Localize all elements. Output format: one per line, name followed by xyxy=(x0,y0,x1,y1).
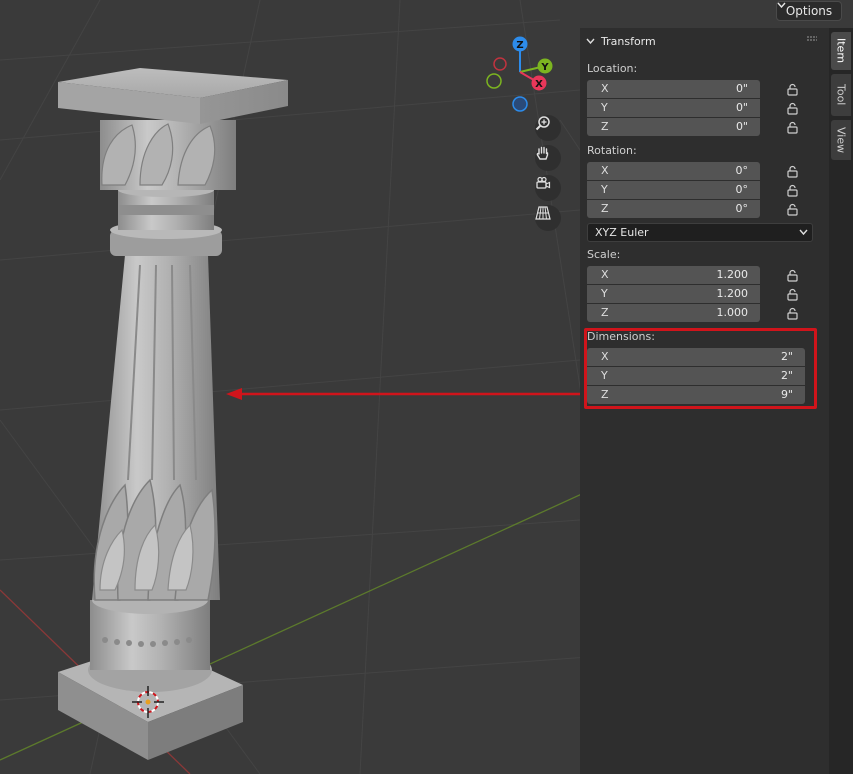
field-axis-label: X xyxy=(601,164,609,177)
perspective-toggle-button[interactable] xyxy=(535,205,561,231)
field-value: 0° xyxy=(735,164,749,177)
rotation-label: Rotation: xyxy=(587,144,637,157)
location-z-field[interactable]: Z 0" xyxy=(587,118,760,136)
hand-pan-icon xyxy=(536,146,549,160)
zoom-icon xyxy=(535,116,550,131)
camera-view-button[interactable] xyxy=(535,175,561,201)
field-value: 1.000 xyxy=(716,306,749,319)
location-x-field[interactable]: X 0" xyxy=(587,80,760,98)
annotation-arrow xyxy=(226,388,582,400)
gizmo-x-label: X xyxy=(535,79,543,90)
lock-icon[interactable] xyxy=(786,269,800,282)
field-value: 0" xyxy=(735,120,748,133)
drag-grip-icon[interactable] xyxy=(807,36,817,42)
lock-icon[interactable] xyxy=(786,203,800,216)
lock-icon[interactable] xyxy=(786,121,800,134)
field-axis-label: Z xyxy=(601,306,609,319)
scale-label: Scale: xyxy=(587,248,621,261)
sidebar-tabs: Item Tool View xyxy=(829,28,853,774)
sidebar-panel: Transform Location: X 0" Y 0" Z 0" Rotat… xyxy=(580,28,829,774)
lock-icon[interactable] xyxy=(786,165,800,178)
lock-icon[interactable] xyxy=(786,288,800,301)
orientation-gizmo[interactable]: Z Y X xyxy=(486,36,553,112)
tab-tool-label: Tool xyxy=(834,84,848,106)
field-value: 0" xyxy=(735,101,748,114)
lock-icon[interactable] xyxy=(786,184,800,197)
rotation-x-field[interactable]: X 0° xyxy=(587,162,760,180)
options-button[interactable]: Options xyxy=(776,1,842,21)
pan-button[interactable] xyxy=(535,145,561,171)
tab-view-label: View xyxy=(834,126,848,154)
column-capital xyxy=(58,68,288,256)
zoom-button[interactable] xyxy=(535,115,561,141)
scale-y-field[interactable]: Y 1.200 xyxy=(587,285,760,303)
field-axis-label: Y xyxy=(601,183,608,196)
rotation-mode-value: XYZ Euler xyxy=(595,226,649,239)
field-axis-label: X xyxy=(601,268,609,281)
gizmo-y-label: Y xyxy=(540,62,549,73)
tab-item[interactable]: Item xyxy=(831,32,851,70)
rotation-mode-select[interactable]: XYZ Euler xyxy=(587,223,813,242)
rotation-y-field[interactable]: Y 0° xyxy=(587,181,760,199)
gizmo-z-label: Z xyxy=(516,40,523,51)
scale-x-field[interactable]: X 1.200 xyxy=(587,266,760,284)
field-axis-label: Y xyxy=(601,101,608,114)
grid-perspective-icon xyxy=(535,206,551,220)
location-label: Location: xyxy=(587,62,638,75)
dimensions-highlight-box xyxy=(584,328,817,409)
field-axis-label: Z xyxy=(601,202,609,215)
tab-tool[interactable]: Tool xyxy=(831,74,851,116)
field-value: 1.200 xyxy=(716,287,749,300)
field-axis-label: Y xyxy=(601,287,608,300)
transform-panel-title: Transform xyxy=(601,34,656,48)
tab-view[interactable]: View xyxy=(831,120,851,160)
chevron-down-icon xyxy=(777,2,786,8)
lock-icon[interactable] xyxy=(786,307,800,320)
field-value: 0° xyxy=(735,183,749,196)
chevron-down-icon xyxy=(799,229,808,236)
column-base xyxy=(58,586,243,760)
field-value: 1.200 xyxy=(716,268,749,281)
field-axis-label: X xyxy=(601,82,609,95)
camera-icon xyxy=(536,176,551,189)
options-label: Options xyxy=(785,4,833,18)
lock-icon[interactable] xyxy=(786,102,800,115)
field-value: 0° xyxy=(735,202,749,215)
scale-z-field[interactable]: Z 1.000 xyxy=(587,304,760,322)
field-axis-label: Z xyxy=(601,120,609,133)
column-shaft xyxy=(92,255,220,601)
chevron-down-icon xyxy=(586,38,595,44)
lock-icon[interactable] xyxy=(786,83,800,96)
tab-item-label: Item xyxy=(834,38,848,64)
rotation-z-field[interactable]: Z 0° xyxy=(587,200,760,218)
field-value: 0" xyxy=(735,82,748,95)
location-y-field[interactable]: Y 0" xyxy=(587,99,760,117)
transform-panel-header[interactable]: Transform xyxy=(586,32,656,50)
